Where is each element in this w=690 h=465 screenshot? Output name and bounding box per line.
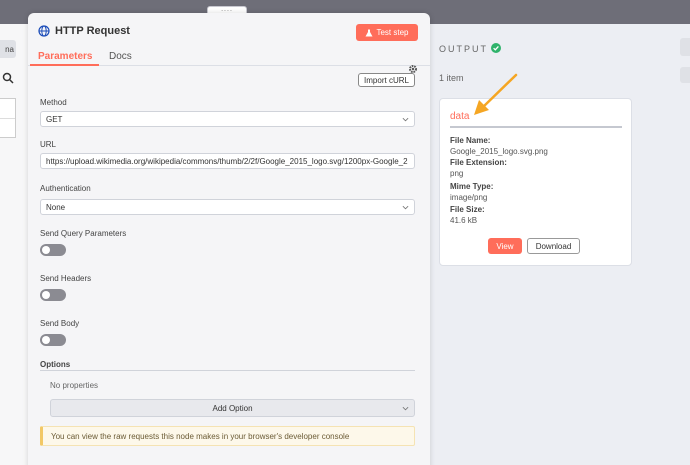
url-label: URL <box>40 140 57 149</box>
file-extension-key: File Extension: <box>450 158 507 167</box>
file-extension-value: png <box>450 169 464 178</box>
method-select[interactable]: GET <box>40 111 415 127</box>
test-step-label: Test step <box>376 28 409 37</box>
toggle-knob <box>42 246 50 254</box>
send-headers-toggle[interactable] <box>40 289 66 301</box>
download-button[interactable]: Download <box>527 238 580 254</box>
file-name-key: File Name: <box>450 136 491 145</box>
left-list-box <box>0 98 16 138</box>
chevron-down-icon <box>402 205 409 210</box>
chevron-down-icon <box>402 117 409 122</box>
send-headers-label: Send Headers <box>40 274 92 283</box>
test-step-button[interactable]: Test step <box>356 24 418 41</box>
annotation-arrow-icon <box>474 73 518 115</box>
add-option-dropdown[interactable]: Add Option <box>50 399 415 417</box>
file-name-value: Google_2015_logo.svg.png <box>450 147 548 156</box>
import-curl-button[interactable]: Import cURL <box>358 73 415 87</box>
mime-type-value: image/png <box>450 193 488 202</box>
node-parameters-panel: HTTP Request Test step Parameters Docs I… <box>28 13 430 465</box>
file-size-value: 41.6 kB <box>450 216 478 225</box>
file-size-key: File Size: <box>450 205 485 214</box>
items-count: 1 item <box>439 73 464 83</box>
authentication-value: None <box>46 202 66 212</box>
tab-bar: Parameters Docs <box>28 48 430 66</box>
flask-icon <box>365 29 373 36</box>
method-label: Method <box>40 98 67 107</box>
success-check-icon <box>491 43 501 53</box>
toggle-knob <box>42 291 50 299</box>
send-body-toggle[interactable] <box>40 334 66 346</box>
tab-docs[interactable]: Docs <box>109 51 132 62</box>
mime-type-key: Mime Type: <box>450 182 494 191</box>
output-side-tab[interactable] <box>680 67 690 83</box>
method-value: GET <box>46 114 63 124</box>
send-query-toggle[interactable] <box>40 244 66 256</box>
add-option-label: Add Option <box>212 403 253 413</box>
globe-icon <box>38 25 50 37</box>
search-icon[interactable] <box>2 72 14 84</box>
tab-parameters[interactable]: Parameters <box>38 51 92 62</box>
card-divider <box>450 126 622 128</box>
options-title: Options <box>40 360 71 369</box>
toggle-knob <box>42 336 50 344</box>
options-divider <box>40 370 415 371</box>
no-properties-text: No properties <box>50 381 99 390</box>
active-tab-indicator <box>30 64 99 66</box>
output-title: OUTPUT <box>439 44 488 54</box>
send-body-label: Send Body <box>40 319 80 328</box>
url-input[interactable]: https://upload.wikimedia.org/wikipedia/c… <box>40 153 415 169</box>
node-title: HTTP Request <box>55 25 130 37</box>
authentication-label: Authentication <box>40 184 91 193</box>
card-title: data <box>450 111 470 122</box>
left-tab[interactable]: na <box>0 40 16 58</box>
view-button[interactable]: View <box>488 238 522 254</box>
developer-console-notice: You can view the raw requests this node … <box>40 426 415 446</box>
chevron-down-icon <box>402 406 409 411</box>
left-tab-label: na <box>5 44 14 54</box>
send-query-label: Send Query Parameters <box>40 229 127 238</box>
output-side-tab[interactable] <box>680 38 690 56</box>
authentication-select[interactable]: None <box>40 199 415 215</box>
canvas-left-strip <box>0 24 28 465</box>
url-value: https://upload.wikimedia.org/wikipedia/c… <box>46 156 408 166</box>
binary-data-card: data File Name: Google_2015_logo.svg.png… <box>439 98 632 266</box>
left-list-divider <box>0 118 15 119</box>
